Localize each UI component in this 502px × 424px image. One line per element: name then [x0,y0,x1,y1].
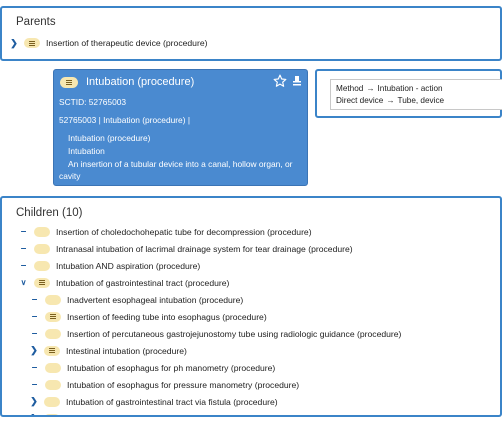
primitive-concept-icon [45,294,61,305]
synonym: Intubation (procedure) [68,133,151,143]
primitive-concept-icon [34,243,50,254]
focus-concept-card: Intubation (procedure) SCTID: 52765003 5… [53,69,308,186]
parents-panel: Parents ❯ Insertion of therapeutic devic… [0,6,502,61]
child-item[interactable]: – Insertion of choledochohepatic tube for… [19,225,312,238]
arrow-right-icon: → [386,96,395,105]
child-item[interactable]: – Intubation AND aspiration (procedure) [19,259,201,272]
child-item[interactable]: – Insertion of percutaneous gastrojejunos… [30,327,402,340]
child-item-label[interactable]: Intranasal intubation of lacrimal draina… [56,244,353,254]
primitive-concept-icon [45,328,61,339]
child-item-label[interactable]: Intubation of esophagus for pressure man… [67,380,299,390]
chevron-right-icon[interactable]: ❯ [30,413,38,415]
chevron-right-icon[interactable]: ❯ [30,396,38,408]
focus-sctid: SCTID: 52765003 [59,97,127,107]
attributes-panel: Method → Intubation - action Direct device… [315,69,502,118]
child-item-label[interactable]: Insertion of feeding tube into esophagus… [67,312,267,322]
child-item[interactable]: – Intranasal intubation of lacrimal drain… [19,242,353,255]
dash-icon[interactable]: – [30,379,39,391]
dash-icon[interactable]: – [30,311,39,323]
defined-concept-icon [60,76,78,88]
child-item-label[interactable]: Intubation AND aspiration (procedure) [56,261,200,271]
attribute-name: Direct device [336,96,384,105]
attribute-row: Method → Intubation - action [336,84,443,93]
defined-concept-icon [45,311,61,322]
parent-item[interactable]: ❯ Insertion of therapeutic device (proce… [10,36,207,50]
primitive-concept-icon [45,362,61,373]
defined-concept-icon [44,345,60,356]
dash-icon[interactable]: – [30,294,39,306]
child-item[interactable]: ❯ Intestinal intubation (procedure) [30,344,187,357]
star-icon[interactable] [273,74,287,88]
child-item-label[interactable]: Intubation of gastrointestinal tract via… [66,397,278,407]
child-item[interactable]: ∨ Intubation of gastrointestinal tract (p… [19,276,229,289]
child-item-label[interactable]: Intubation of gastrointestinal tract (pr… [56,278,229,288]
primitive-concept-icon [44,396,60,407]
dash-icon[interactable]: – [30,328,39,340]
parent-item-label[interactable]: Insertion of therapeutic device (procedu… [46,38,207,48]
attribute-name: Method [336,84,364,93]
defined-concept-icon [24,38,40,48]
chevron-right-icon[interactable]: ❯ [10,37,18,49]
arrow-right-icon: → [366,84,375,93]
primitive-concept-icon [45,379,61,390]
child-item-label[interactable]: Intubation of esophagus for ph manometry… [67,363,275,373]
focus-synonyms: Intubation (procedure) Intubation An ins… [59,132,305,183]
attributes-list: Method → Intubation - action Direct device… [330,79,502,110]
primitive-concept-icon [34,226,50,237]
primitive-concept-icon [34,260,50,271]
child-item[interactable]: – Insertion of feeding tube into esophagu… [30,310,267,323]
dash-icon[interactable]: – [19,226,28,238]
child-item-label[interactable]: Insertion of percutaneous gastrojejunost… [67,329,401,339]
dash-icon[interactable]: – [30,362,39,374]
attribute-row: Direct device → Tube, device [336,96,444,105]
synonym: Intubation [68,145,105,156]
child-item[interactable]: ❯ Intubation of gastrointestinal tract vi… [30,395,278,408]
child-item[interactable]: – Intubation of esophagus for pressure ma… [30,378,299,391]
parents-title: Parents [16,16,56,28]
primitive-concept-icon [44,413,60,415]
children-title: Children (10) [16,207,83,219]
chevron-down-icon[interactable]: ∨ [19,277,28,289]
defined-concept-icon [34,277,50,288]
dash-icon[interactable]: – [19,260,28,272]
dash-icon[interactable]: – [19,243,28,255]
child-item[interactable]: – Intubation of esophagus for ph manometr… [30,361,276,374]
child-item-label[interactable]: Insertion of choledochohepatic tube for … [56,227,312,237]
child-item[interactable]: – Inadvertent esophageal intubation (proc… [30,293,244,306]
attribute-value[interactable]: Tube, device [398,96,445,105]
focus-id-line: 52765003 | Intubation (procedure) | [59,115,190,125]
focus-header: Intubation (procedure) [60,76,194,88]
child-item-label[interactable]: Intestinal intubation (procedure) [66,346,187,356]
chevron-right-icon[interactable]: ❯ [30,345,38,357]
attribute-value[interactable]: Intubation - action [378,84,443,93]
child-item[interactable]: ❯ Intubation of gastrointestinal tract vi… [30,412,279,416]
focus-title: Intubation (procedure) [86,76,195,88]
child-item-label[interactable]: Intubation of gastrointestinal tract via… [66,414,279,416]
child-item-label[interactable]: Inadvertent esophageal intubation (proce… [67,295,243,305]
synonym: An insertion of a tubular device into a … [59,158,293,182]
pin-icon[interactable] [292,76,302,86]
children-panel: Children (10) – Insertion of choledochohe… [0,196,502,417]
